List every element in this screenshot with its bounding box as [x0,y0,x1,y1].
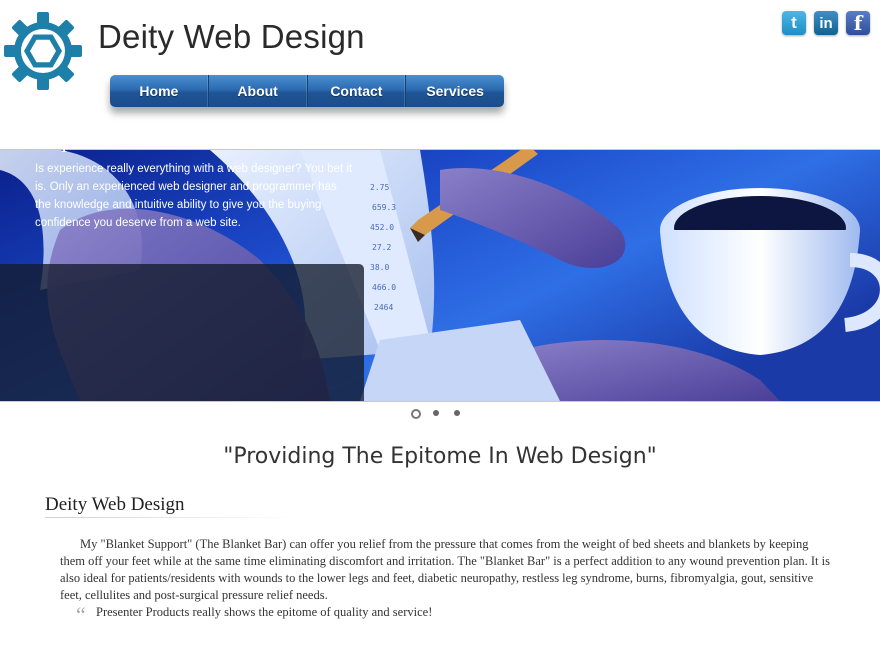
body-paragraph: My "Blanket Support" (The Blanket Bar) c… [60,537,830,602]
slider-dot-2[interactable] [433,410,439,416]
hero-text: Is experience really everything with a w… [35,163,353,229]
section-title: Deity Web Design [45,494,185,515]
gear-logo-icon[interactable] [4,12,82,90]
hero-caption-panel [0,264,364,401]
slider-dot-1[interactable] [411,409,421,419]
nav-item-services[interactable]: Services [406,75,504,107]
facebook-icon[interactable]: f [846,11,870,35]
svg-text:27.2: 27.2 [372,243,391,252]
nav-item-about[interactable]: About [209,75,308,107]
svg-text:659.3: 659.3 [372,203,396,212]
nav-item-home[interactable]: Home [110,75,209,107]
twitter-icon[interactable]: t [782,11,806,35]
svg-text:452.0: 452.0 [370,223,394,232]
section-divider [45,517,295,518]
svg-text:2464: 2464 [374,303,393,312]
tagline: "Providing The Epitome In Web Design" [223,444,657,469]
nav-item-contact[interactable]: Contact [308,75,407,107]
hero-title: Experienced [36,127,151,152]
main-nav: Home About Contact Services [110,75,504,107]
quote-icon: “ [76,602,86,627]
linkedin-icon[interactable]: in [814,11,838,35]
svg-text:38.0: 38.0 [370,263,389,272]
svg-text:466.0: 466.0 [372,283,396,292]
testimonial-quote: Presenter Products really shows the epit… [96,605,433,619]
svg-text:2.75: 2.75 [370,183,389,192]
slider-dot-3[interactable] [454,410,460,416]
site-title: Deity Web Design [98,18,365,55]
